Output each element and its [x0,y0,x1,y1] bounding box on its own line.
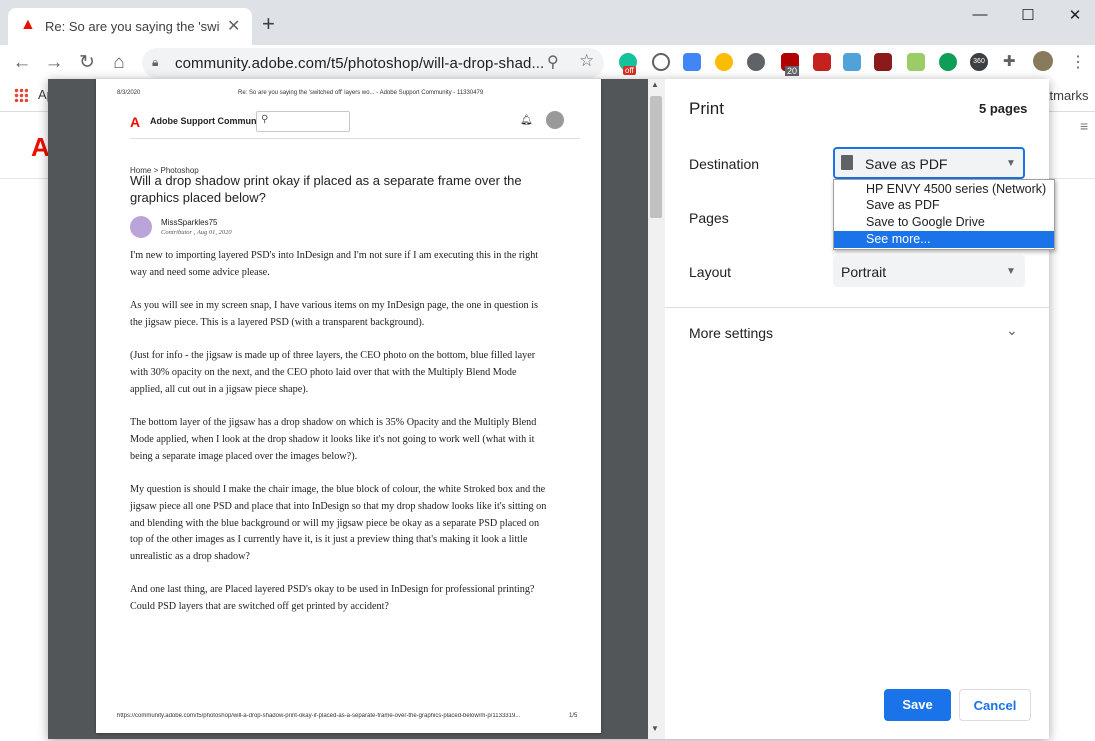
post-paragraph: I'm new to importing layered PSD's into … [130,250,539,278]
site-name: Adobe Support Community [150,116,267,126]
post-paragraph: And one last thing, are Placed layered P… [130,584,535,612]
extension-icon[interactable] [715,53,733,71]
extension-icon[interactable] [843,53,861,71]
extension-icon[interactable] [907,53,925,71]
back-icon[interactable]: ← [10,51,34,75]
destination-label: Destination [689,156,760,172]
post-title: Will a drop shadow print okay if placed … [130,173,522,205]
page-footer-number: 1/5 [569,713,578,719]
layout-label: Layout [689,264,732,280]
background-menu-icon: ≡ [1080,118,1089,134]
page-footer-url: https://community.adobe.com/t5/photoshop… [117,713,521,719]
page-header-title: Re: So are you saying the 'switched off'… [238,90,484,96]
destination-option-highlighted[interactable]: See more... [834,231,1054,248]
destination-dropdown-menu[interactable]: HP ENVY 4500 series (Network) Save as PD… [833,179,1055,250]
more-settings-toggle[interactable]: More settings [689,325,773,341]
destination-option[interactable]: Save to Google Drive [834,214,1054,231]
scroll-down-icon[interactable]: ▼ [651,724,659,733]
user-avatar [546,111,564,129]
chevron-down-icon[interactable]: ▼ [1006,158,1016,169]
extension-icon[interactable] [652,53,670,71]
page-count: 5 pages [979,101,1028,116]
home-icon[interactable]: ⌂ [107,51,131,75]
zoom-icon[interactable]: ⚲ [547,52,559,72]
pages-label: Pages [689,210,729,226]
header-divider [130,138,580,139]
destination-option[interactable]: Save as PDF [834,197,1054,214]
extension-icon[interactable] [939,53,957,71]
tab-title: Re: So are you saying the 'switche [45,19,220,34]
lock-icon[interactable]: 🔒︎ [152,55,158,70]
author-name: MissSparkles75 [161,218,218,227]
adobe-logo-icon: A [31,132,50,162]
extension-icon[interactable] [813,53,831,71]
menu-kebab-icon[interactable]: ⋮ [1070,52,1086,72]
tab-close-icon[interactable]: ✕ [227,16,240,36]
preview-search-input [256,111,350,132]
page-header-date: 8/3/2020 [117,90,141,96]
post-paragraph: The bottom layer of the jigsaw has a dro… [130,417,537,462]
new-tab-icon[interactable]: + [262,13,275,35]
layout-value[interactable]: Portrait [841,264,886,280]
print-title: Print [689,99,724,118]
minimize-icon[interactable]: — [965,6,995,23]
adobe-logo-icon: A [130,114,141,130]
post-paragraph: My question is should I make the chair i… [130,484,547,563]
author-avatar [130,216,152,238]
destination-value[interactable]: Save as PDF [865,156,947,172]
adobe-favicon-icon: ▲ [20,16,36,33]
url-text[interactable]: community.adobe.com/t5/photoshop/will-a-… [175,55,544,72]
apps-grid-icon[interactable] [14,88,28,102]
maximize-icon[interactable]: ☐ [1013,6,1043,24]
scroll-up-icon[interactable]: ▲ [651,80,659,89]
save-button[interactable]: Save [884,689,951,721]
bookmark-star-icon[interactable]: ☆ [579,51,594,71]
puzzle-extensions-icon[interactable]: ✚ [1003,52,1016,70]
cancel-button[interactable]: Cancel [959,689,1031,721]
bookmark-other[interactable]: ktmarks [1043,88,1089,103]
settings-extension-icon[interactable] [747,53,765,71]
preview-scrollbar-thumb[interactable] [650,96,662,218]
avatar[interactable] [1033,51,1053,71]
bell-icon: 🔔︎ [520,115,533,126]
extension-badge-20: 20 [785,66,800,76]
post-paragraph: As you will see in my screen snap, I hav… [130,300,538,328]
author-meta: Contributor , Aug 01, 2020 [161,229,232,236]
close-window-icon[interactable]: ✕ [1060,6,1090,24]
destination-option[interactable]: HP ENVY 4500 series (Network) [834,181,1054,198]
settings-divider [665,307,1049,308]
forward-icon[interactable]: → [42,51,66,75]
document-icon [841,155,853,170]
expand-chevron-icon[interactable]: ⌄ [1006,322,1018,339]
translate-extension-icon[interactable] [683,53,701,71]
reload-icon[interactable]: ↻ [75,51,99,75]
extension-360-icon[interactable]: 360 [970,53,988,71]
search-icon: ⚲ [261,114,269,125]
extension-icon[interactable] [874,53,892,71]
chevron-down-icon[interactable]: ▼ [1006,266,1016,277]
post-paragraph: (Just for info - the jigsaw is made up o… [130,350,536,395]
extension-badge-off: off [623,66,636,75]
